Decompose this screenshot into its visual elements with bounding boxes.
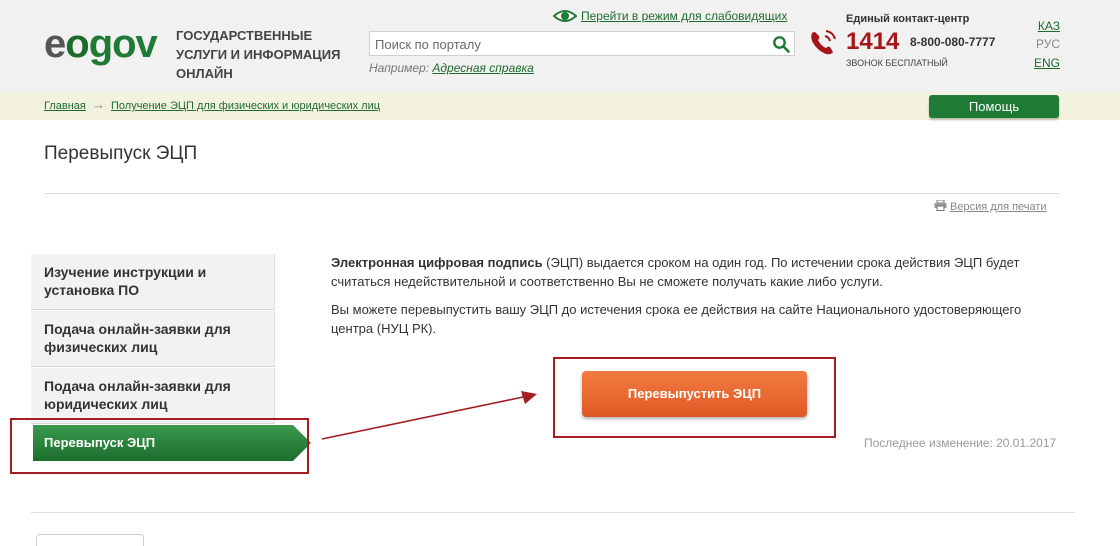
intro-bold: Электронная цифровая подпись	[331, 255, 543, 270]
contact-center-title: Единый контакт-центр	[846, 13, 970, 25]
title-divider	[44, 193, 1059, 194]
logo-o: o	[65, 22, 89, 66]
last-modified: Последнее изменение: 20.01.2017	[864, 436, 1057, 450]
lang-kaz[interactable]: КАЗ	[1032, 19, 1060, 33]
low-vision-link[interactable]: Перейти в режим для слабовидящих	[581, 9, 787, 23]
help-button[interactable]: Помощь	[929, 95, 1059, 118]
print-link[interactable]: Версия для печати	[950, 201, 1047, 213]
egov-logo[interactable]: eogov	[44, 22, 158, 66]
search-icon[interactable]	[772, 35, 790, 53]
footer-tab	[36, 534, 144, 546]
logo-gov: gov	[88, 22, 158, 66]
site-tagline: ГОСУДАРСТВЕННЫЕ УСЛУГИ И ИНФОРМАЦИЯ ОНЛА…	[176, 28, 341, 81]
search-input[interactable]	[375, 35, 765, 53]
sidebar-item-install[interactable]: Изучение инструкции и установка ПО	[31, 254, 275, 310]
example-link[interactable]: Адресная справка	[432, 61, 533, 75]
reissue-paragraph: Вы можете перевыпустить вашу ЭЦП до исте…	[331, 302, 1022, 336]
lang-eng[interactable]: ENG	[1032, 56, 1060, 70]
phone-icon	[811, 30, 836, 55]
search-box	[369, 31, 795, 56]
sidebar-item-legal-request[interactable]: Подача онлайн-заявки для юридических лиц	[31, 368, 275, 424]
contact-long-number[interactable]: 8-800-080-7777	[910, 35, 995, 49]
print-version: Версия для печати	[934, 200, 1047, 213]
highlight-box-sidebar	[10, 418, 309, 474]
contact-free-note: ЗВОНОК БЕСПЛАТНЫЙ	[846, 58, 948, 68]
breadcrumb-separator: →	[92, 97, 105, 112]
sidebar-item-individual-request[interactable]: Подача онлайн-заявки для физических лиц	[31, 311, 275, 367]
breadcrumb-home[interactable]: Главная	[44, 100, 86, 112]
printer-icon[interactable]	[934, 200, 947, 211]
intro-paragraph: Электронная цифровая подпись (ЭЦП) выдае…	[331, 253, 1061, 291]
lang-rus[interactable]: РУС	[1032, 37, 1060, 51]
logo-e: e	[44, 22, 66, 66]
site-header: eogov ГОСУДАРСТВЕННЫЕ УСЛУГИ И ИНФОРМАЦИ…	[0, 0, 1120, 92]
main-content: Электронная цифровая подпись (ЭЦП) выдае…	[331, 253, 1061, 347]
footer-divider	[31, 512, 1075, 513]
contact-short-number[interactable]: 1414	[846, 28, 899, 56]
search-example: Например: Адресная справка	[369, 61, 534, 75]
eye-icon[interactable]	[553, 8, 577, 24]
annotation-arrow	[321, 391, 537, 440]
breadcrumb-current[interactable]: Получение ЭЦП для физических и юридическ…	[111, 100, 380, 112]
example-label: Например:	[369, 61, 430, 75]
page-title: Перевыпуск ЭЦП	[44, 143, 198, 164]
reissue-button[interactable]: Перевыпустить ЭЦП	[582, 371, 807, 417]
